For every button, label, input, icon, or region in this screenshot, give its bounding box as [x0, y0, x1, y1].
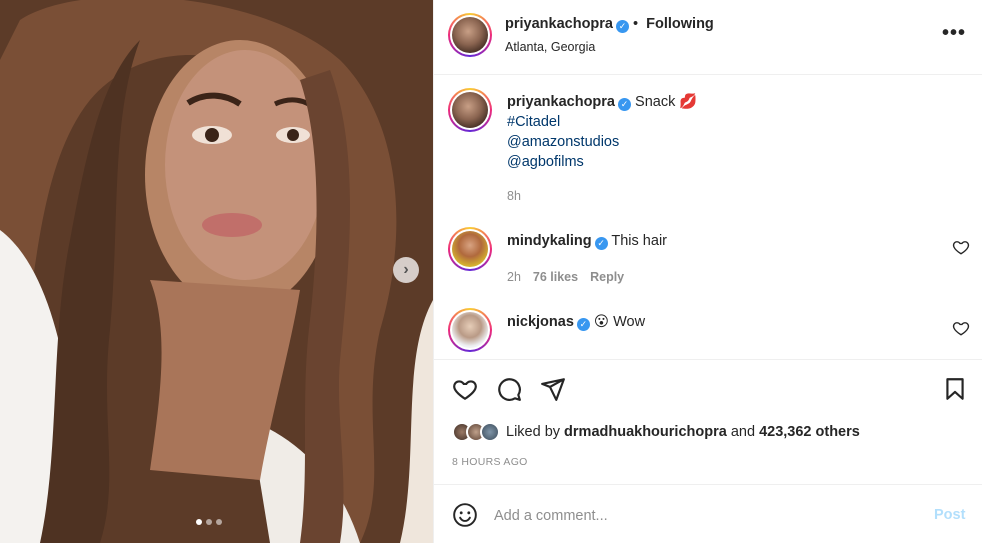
comment-item: mindykaling ✓ This hair — [507, 231, 667, 251]
verified-badge-icon: ✓ — [594, 237, 608, 250]
liker-username[interactable]: drmadhuakhourichopra — [564, 424, 727, 440]
comment-bubble-icon[interactable] — [496, 376, 522, 402]
carousel-dot — [206, 519, 212, 525]
carousel-dot — [216, 519, 222, 525]
like-heart-icon[interactable] — [452, 376, 478, 402]
likes-text: Liked by drmadhuakhourichopra and 423,36… — [506, 424, 860, 440]
post-header: priyankachopra ✓ • Following Atlanta, Geo… — [434, 0, 982, 75]
liker-avatar — [480, 422, 500, 442]
likes-count[interactable]: 423,362 others — [759, 424, 860, 440]
commenter-avatar[interactable] — [448, 308, 492, 352]
comments-section: priyankachopra ✓ Snack 💋 #Citadel @amazon… — [434, 75, 982, 360]
comment-username[interactable]: mindykaling — [507, 233, 592, 249]
author-line: priyankachopra ✓ • Following — [505, 16, 714, 33]
post-actions: Liked by drmadhuakhourichopra and 423,36… — [434, 360, 982, 485]
comment-likes[interactable]: 76 likes — [533, 270, 578, 284]
comment-input[interactable] — [494, 504, 914, 528]
comment-item: nickjonas ✓ 😮 Wow — [507, 312, 645, 332]
separator-dot: • — [633, 16, 643, 32]
like-comment-heart-icon[interactable] — [952, 238, 970, 256]
post-modal: › priyankachopra ✓ • Following Atlanta, G… — [0, 0, 982, 543]
caption-text: Snack — [635, 94, 676, 110]
author-username[interactable]: priyankachopra — [505, 16, 613, 32]
post-photo[interactable]: › — [0, 0, 433, 543]
caption-username[interactable]: priyankachopra — [507, 94, 615, 110]
likes-summary: Liked by drmadhuakhourichopra and 423,36… — [452, 422, 860, 442]
post-details-panel: priyankachopra ✓ • Following Atlanta, Geo… — [433, 0, 982, 543]
post-timestamp[interactable]: 8 HOURS AGO — [452, 456, 528, 468]
lips-emoji-icon: 💋 — [679, 94, 698, 110]
like-comment-heart-icon[interactable] — [952, 319, 970, 337]
comment-text: Wow — [613, 314, 646, 330]
likes-prefix: Liked by — [506, 424, 561, 440]
emoji-picker-icon[interactable] — [452, 502, 478, 528]
save-bookmark-icon[interactable] — [942, 376, 968, 402]
commenter-avatar[interactable] — [448, 227, 492, 271]
comment-text: This hair — [611, 233, 667, 249]
verified-badge-icon: ✓ — [576, 318, 590, 331]
mention-link-amazonstudios[interactable]: @amazonstudios — [507, 132, 697, 152]
more-options-icon[interactable]: ••• — [942, 22, 966, 45]
carousel-indicators — [196, 519, 222, 525]
surprised-emoji-icon: 😮 — [593, 314, 610, 330]
comment-username[interactable]: nickjonas — [507, 314, 574, 330]
post-comment-button[interactable]: Post — [934, 507, 965, 523]
comment-time[interactable]: 2h — [507, 270, 521, 284]
post-location[interactable]: Atlanta, Georgia — [505, 40, 595, 54]
author-avatar[interactable] — [448, 13, 492, 57]
reply-button[interactable]: Reply — [590, 270, 624, 284]
portrait-image — [0, 0, 433, 543]
caption-time[interactable]: 8h — [507, 189, 521, 203]
carousel-dot-active — [196, 519, 202, 525]
caption-avatar[interactable] — [448, 88, 492, 132]
likes-and: and — [730, 424, 756, 440]
add-comment-bar: Post — [434, 486, 982, 543]
verified-badge-icon: ✓ — [616, 20, 629, 33]
verified-badge-icon: ✓ — [618, 98, 631, 111]
next-image-button[interactable]: › — [393, 257, 419, 283]
share-send-icon[interactable] — [540, 376, 566, 402]
following-button[interactable]: Following — [646, 16, 714, 32]
mention-link-agbofilms[interactable]: @agbofilms — [507, 152, 697, 172]
caption: priyankachopra ✓ Snack 💋 #Citadel @amazon… — [507, 92, 697, 172]
hashtag-link[interactable]: #Citadel — [507, 112, 697, 132]
comment-meta: 2h 76 likes Reply — [507, 270, 624, 284]
